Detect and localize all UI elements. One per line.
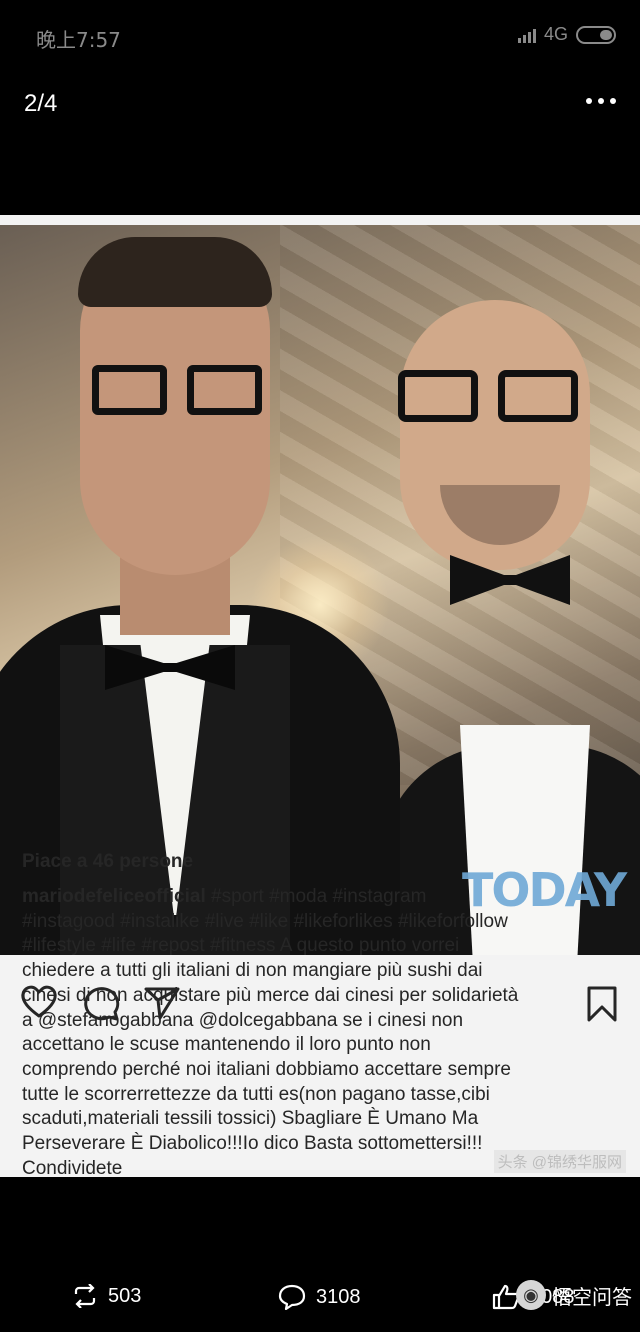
caption-line: cinesi di non acquistare più merce dai c… [22,984,519,1006]
caption-username[interactable]: mariodefeliceofficial [22,886,206,907]
caption-line: scaduti,materiali tessili tossici) Sbagl… [22,1108,479,1130]
caption-line: a @stefanogabbana @dolcegabbana se i cin… [22,1009,464,1031]
page-counter: 2/4 [24,90,58,117]
post-caption: mariodefeliceofficial #sport #moda #inst… [22,885,622,1177]
network-label: 4G [543,24,568,44]
brand-name: 悟空问答 [552,1286,632,1309]
caption-line: #lifestyle #life #repost #fitness A ques… [22,935,460,957]
repost-icon [74,1284,96,1308]
status-time: 晚上7:57 [36,28,121,52]
caption-line: Condividete [22,1157,123,1177]
viewer-header: 2/4 [0,70,640,140]
repost-button[interactable]: 503 [72,1284,141,1308]
status-indicators: 4G [517,24,616,45]
caption-line: tutte le scorrerrettezze da tutti es(non… [22,1083,490,1105]
comment-bubble-icon [278,1284,306,1310]
likes-count[interactable]: Piace a 46 persone [22,851,193,873]
brand-badge: ◉ 悟空问答 [516,1280,632,1310]
caption-line: Perseverare È Diabolico!!!Io dico Basta … [22,1133,483,1155]
battery-icon [576,25,616,44]
status-bar: 晚上7:57 4G [0,0,640,70]
post-photo: TODAY [0,225,640,955]
caption-line: #instagood #instalike #live #like #likef… [22,910,508,932]
caption-line: accettano le scuse mantenendo il loro pu… [22,1034,431,1056]
wukong-logo-icon: ◉ [516,1280,546,1310]
caption-line: chiedere a tutti gli italiani di non man… [22,960,483,982]
comment-button[interactable]: 3108 [278,1284,361,1310]
caption-line: #sport #moda #instagram [205,886,427,907]
repost-count: 503 [108,1284,142,1307]
more-icon[interactable] [586,98,616,104]
source-watermark: 头条 @锦绣华服网 [493,1150,626,1173]
comment-count: 3108 [316,1285,361,1308]
bottom-action-bar: 503 3108 2088 ◉ 悟空问答 [0,1262,640,1332]
post-screenshot-image[interactable]: TODAY Piace a 46 persone mariodefeliceof… [0,215,640,1177]
caption-line: comprendo perché noi italiani dobbiamo a… [22,1058,511,1080]
signal-icon [517,27,536,43]
